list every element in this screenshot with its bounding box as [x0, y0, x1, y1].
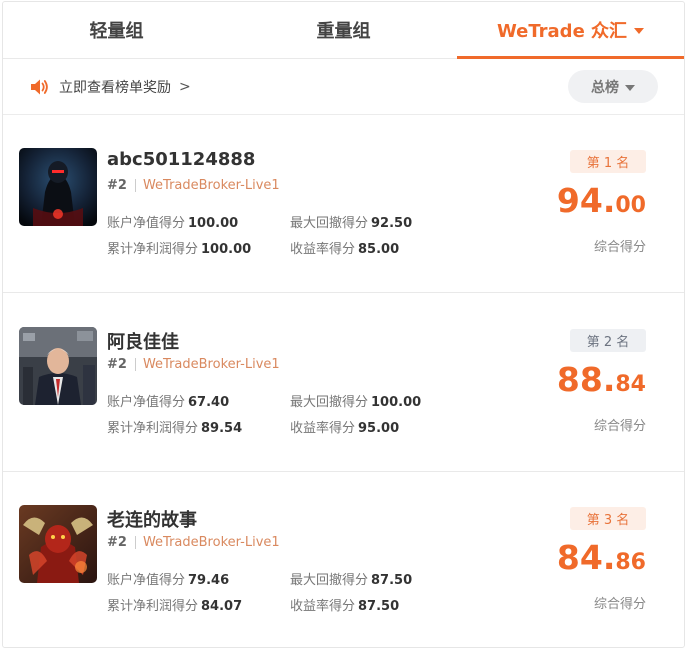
speaker-icon: [29, 76, 51, 98]
divider: [134, 358, 136, 371]
board-select-label: 总榜: [591, 79, 619, 96]
score-label: 综合得分: [593, 419, 646, 434]
total-score: 94.00: [557, 181, 646, 220]
account-info: #2 WeTradeBroker-Live1: [107, 535, 280, 550]
stat-label: 账户净值得分: [107, 395, 186, 410]
equity-score: 账户净值得分 79.46: [107, 569, 229, 588]
return-rate-score: 收益率得分 95.00: [290, 417, 399, 436]
trader-name[interactable]: 阿良佳佳: [107, 328, 179, 354]
stat-value: 89.54: [201, 421, 243, 436]
tab-label: WeTrade 众汇: [496, 21, 628, 42]
score-point: .: [602, 538, 616, 577]
avatar[interactable]: [19, 148, 97, 226]
rank-code: #2: [107, 178, 127, 193]
divider: [134, 536, 136, 549]
net-profit-score: 累计净利润得分 100.00: [107, 238, 251, 257]
stat-label: 收益率得分: [290, 242, 356, 257]
tab-heavy-group[interactable]: 重量组: [230, 2, 457, 58]
notice-text: 立即查看榜单奖励: [59, 80, 171, 96]
stat-value: 79.46: [188, 573, 230, 588]
stat-value: 87.50: [371, 573, 413, 588]
notice-bar: 立即查看榜单奖励 > 总榜: [3, 59, 684, 115]
equity-score: 账户净值得分 67.40: [107, 391, 229, 410]
return-rate-score: 收益率得分 87.50: [290, 595, 399, 614]
equity-score: 账户净值得分 100.00: [107, 212, 238, 231]
tab-wetrade[interactable]: WeTrade 众汇: [457, 2, 684, 59]
stat-label: 最大回撤得分: [290, 573, 369, 588]
rank-code: #2: [107, 357, 127, 372]
divider: [134, 179, 136, 192]
return-rate-score: 收益率得分 85.00: [290, 238, 399, 257]
trader-name[interactable]: abc501124888: [107, 149, 255, 170]
rank-code: #2: [107, 535, 127, 550]
account-info: #2 WeTradeBroker-Live1: [107, 178, 280, 193]
tab-label: 重量组: [316, 21, 371, 42]
stat-label: 账户净值得分: [107, 216, 186, 231]
broker-name: WeTradeBroker-Live1: [142, 357, 280, 372]
avatar[interactable]: [19, 505, 97, 583]
score-label: 综合得分: [593, 240, 646, 255]
score-point: .: [602, 181, 616, 220]
score-integer: 84: [556, 538, 603, 577]
stat-label: 累计净利润得分: [107, 421, 199, 436]
rank-badge: 第 1 名: [570, 150, 646, 173]
stat-label: 累计净利润得分: [107, 599, 199, 614]
trader-name[interactable]: 老连的故事: [107, 506, 197, 532]
chevron-down-icon: [634, 28, 645, 34]
stat-label: 收益率得分: [290, 599, 356, 614]
stat-value: 92.50: [371, 216, 413, 231]
rank-badge: 第 3 名: [570, 507, 646, 530]
total-score: 84.86: [557, 538, 646, 577]
score-integer: 88: [556, 360, 603, 399]
avatar[interactable]: [19, 327, 97, 405]
broker-name: WeTradeBroker-Live1: [142, 178, 280, 193]
net-profit-score: 累计净利润得分 84.07: [107, 595, 242, 614]
score-label: 综合得分: [593, 597, 646, 612]
stat-value: 100.00: [188, 216, 239, 231]
score-integer: 94: [556, 181, 603, 220]
net-profit-score: 累计净利润得分 89.54: [107, 417, 242, 436]
account-info: #2 WeTradeBroker-Live1: [107, 357, 280, 372]
broker-name: WeTradeBroker-Live1: [142, 535, 280, 550]
stat-value: 84.07: [201, 599, 243, 614]
notice-arrow: >: [179, 79, 191, 95]
stat-label: 最大回撤得分: [290, 216, 369, 231]
score-decimal: 00: [615, 193, 646, 218]
stat-value: 95.00: [358, 421, 400, 436]
total-score: 88.84: [557, 360, 646, 399]
drawdown-score: 最大回撤得分 100.00: [290, 391, 421, 410]
stat-value: 87.50: [358, 599, 400, 614]
board-select[interactable]: 总榜: [568, 70, 658, 103]
stat-label: 累计净利润得分: [107, 242, 199, 257]
tab-label: 轻量组: [89, 21, 144, 42]
tab-light-group[interactable]: 轻量组: [3, 2, 230, 58]
stat-value: 85.00: [358, 242, 400, 257]
stat-label: 账户净值得分: [107, 573, 186, 588]
score-point: .: [602, 360, 616, 399]
view-rewards-link[interactable]: 立即查看榜单奖励 >: [29, 75, 191, 99]
score-decimal: 86: [615, 550, 646, 575]
leaderboard-entry[interactable]: abc501124888 #2 WeTradeBroker-Live1 账户净值…: [3, 115, 684, 293]
chevron-down-icon: [625, 84, 635, 91]
stat-value: 100.00: [201, 242, 252, 257]
leaderboard-entry[interactable]: 老连的故事 #2 WeTradeBroker-Live1 账户净值得分 79.46…: [3, 472, 684, 647]
stat-label: 最大回撤得分: [290, 395, 369, 410]
rank-badge: 第 2 名: [570, 329, 646, 352]
stat-value: 100.00: [371, 395, 422, 410]
stat-value: 67.40: [188, 395, 230, 410]
drawdown-score: 最大回撤得分 87.50: [290, 569, 412, 588]
group-tabs: 轻量组 重量组 WeTrade 众汇: [3, 2, 684, 59]
drawdown-score: 最大回撤得分 92.50: [290, 212, 412, 231]
leaderboard-panel: 轻量组 重量组 WeTrade 众汇 立即查看榜单奖励 > 总榜 abc5011…: [2, 1, 685, 648]
score-decimal: 84: [615, 372, 646, 397]
stat-label: 收益率得分: [290, 421, 356, 436]
leaderboard-entry[interactable]: 阿良佳佳 #2 WeTradeBroker-Live1 账户净值得分 67.40 …: [3, 294, 684, 472]
